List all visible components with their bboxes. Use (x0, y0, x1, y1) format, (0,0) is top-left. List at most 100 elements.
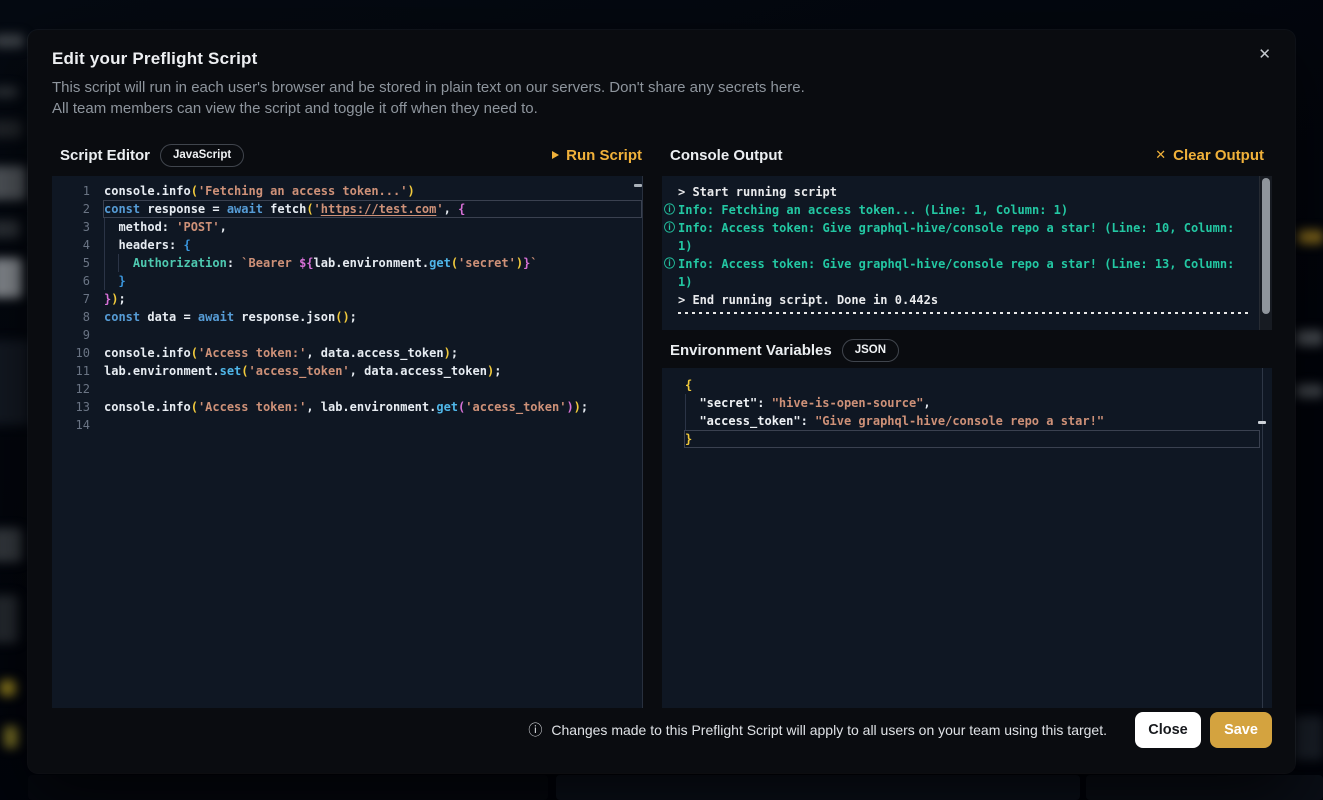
code-token: console.info (104, 346, 191, 360)
code-token: ${ (299, 256, 313, 270)
code-token: ( (306, 202, 313, 216)
code-token: "secret" (699, 396, 757, 410)
preflight-script-dialog: ✕ Edit your Preflight Script This script… (28, 30, 1295, 773)
code-token: ) (574, 400, 581, 414)
blur-blob (0, 120, 22, 138)
line-number: 4 (52, 236, 90, 254)
code-token: ; (581, 400, 588, 414)
line-number: 7 (52, 290, 90, 308)
code-token: ; (118, 292, 125, 306)
code-token: , lab.environment. (306, 400, 436, 414)
environment-variables-title: Environment Variables (670, 342, 832, 359)
info-icon: ⓘ (664, 256, 675, 272)
blur-blob (1294, 716, 1323, 760)
blur-blob (0, 595, 18, 643)
code-token: , (444, 202, 458, 216)
console-line: > End running script. Done in 0.442s (662, 291, 1260, 309)
code-line: }); (103, 290, 642, 308)
footer-note: ⓘ Changes made to this Preflight Script … (528, 720, 1107, 740)
code-token: method: (104, 220, 176, 234)
script-editor-lines: console.info('Fetching an access token..… (103, 182, 642, 434)
blur-blob (0, 680, 16, 696)
console-output-header: Console Output ✕ Clear Output (662, 140, 1272, 170)
console-scrollbar-thumb[interactable] (1262, 178, 1270, 314)
code-line: { (684, 376, 1260, 394)
overview-ruler-mark (634, 184, 642, 187)
code-token: ' (436, 202, 443, 216)
script-editor-gutter: 1234567891011121314 (52, 182, 90, 434)
environment-variables-lines: { "secret": "hive-is-open-source", "acce… (684, 376, 1260, 448)
code-token: ` (530, 256, 537, 270)
code-token: } (118, 274, 125, 288)
code-token: "hive-is-open-source" (772, 396, 924, 410)
code-token: ; (451, 346, 458, 360)
code-line: } (684, 430, 1260, 448)
code-token: 'POST' (176, 220, 219, 234)
code-token: 'access_token' (249, 364, 350, 378)
code-token (685, 396, 699, 410)
blur-blob (1086, 775, 1323, 800)
clear-output-label: Clear Output (1173, 147, 1264, 164)
code-line (103, 380, 642, 398)
code-token: ( (241, 364, 248, 378)
blur-blob (556, 775, 1080, 800)
footer-note-text: Changes made to this Preflight Script wi… (551, 722, 1107, 738)
close-button[interactable]: Close (1135, 712, 1201, 748)
line-number: 3 (52, 218, 90, 236)
overview-ruler-mark (1258, 421, 1266, 424)
indent-guide (104, 236, 105, 254)
json-badge: JSON (842, 339, 899, 362)
code-line: const data = await response.json(); (103, 308, 642, 326)
save-button[interactable]: Save (1210, 712, 1272, 748)
blur-blob (1296, 330, 1323, 346)
code-line: console.info('Access token:', data.acces… (103, 344, 642, 362)
code-token: ) (342, 310, 349, 324)
code-token: https://test.com (321, 202, 437, 216)
line-number: 1 (52, 182, 90, 200)
line-number: 2 (52, 200, 90, 218)
code-line (103, 416, 642, 434)
code-token: ; (350, 310, 357, 324)
blur-blob (0, 86, 18, 98)
code-token: , (923, 396, 930, 410)
blur-blob (1296, 384, 1323, 398)
indent-guide (104, 218, 105, 236)
code-token: ) (444, 346, 451, 360)
code-token: response = (140, 202, 227, 216)
code-line: lab.environment.set('access_token', data… (103, 362, 642, 380)
code-token: ) (516, 256, 523, 270)
code-token: ; (494, 364, 501, 378)
code-token: { (183, 238, 190, 252)
close-icon[interactable]: ✕ (1254, 43, 1275, 66)
code-token: ) (407, 184, 414, 198)
code-token: 'Fetching an access token...' (198, 184, 408, 198)
code-token: await (198, 310, 234, 324)
code-token: ( (191, 184, 198, 198)
clear-output-button[interactable]: ✕ Clear Output (1155, 147, 1264, 164)
console-output-title: Console Output (670, 147, 783, 164)
code-token: ( (451, 256, 458, 270)
code-token: { (685, 378, 692, 392)
run-script-button[interactable]: Run Script (552, 147, 642, 164)
environment-variables-editor[interactable]: { "secret": "hive-is-open-source", "acce… (662, 368, 1272, 708)
blur-blob (0, 34, 24, 48)
blur-blob (0, 220, 20, 238)
code-token: { (458, 202, 465, 216)
code-token: get (436, 400, 458, 414)
code-line: } (103, 272, 642, 290)
code-token: fetch (263, 202, 306, 216)
code-line: const response = await fetch('https://te… (103, 200, 642, 218)
console-output-panel[interactable]: > Start running scriptⓘInfo: Fetching an… (662, 176, 1272, 330)
console-scrollbar[interactable] (1259, 176, 1272, 330)
script-editor-header: Script Editor JavaScript Run Script (52, 140, 642, 170)
code-token: : (801, 414, 815, 428)
code-token: ( (191, 400, 198, 414)
javascript-badge: JavaScript (160, 144, 244, 167)
code-token: lab.environment. (104, 364, 220, 378)
code-token: ' (314, 202, 321, 216)
code-token: : (227, 256, 241, 270)
script-code-editor[interactable]: 1234567891011121314 console.info('Fetchi… (52, 176, 643, 708)
editor-edge-line (1262, 368, 1263, 708)
code-token (104, 274, 118, 288)
code-line: "secret": "hive-is-open-source", (684, 394, 1260, 412)
